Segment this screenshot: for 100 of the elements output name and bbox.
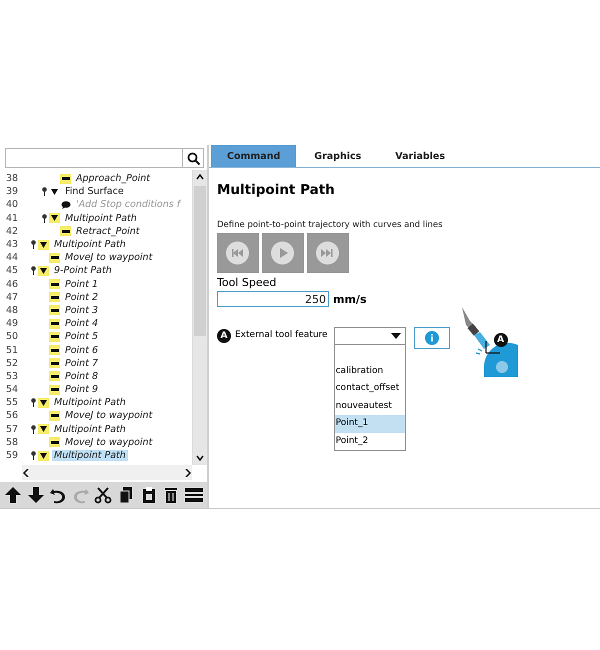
line-number: 44 (5, 252, 20, 264)
waypoint-icon (60, 174, 71, 184)
waypoint-icon (49, 437, 60, 448)
line-number: 46 (5, 278, 20, 290)
tree-item[interactable]: Point 4 (63, 318, 100, 330)
pin-icon (42, 187, 46, 196)
tree-item[interactable]: 9-Point Path (52, 265, 114, 276)
line-number: 45 (5, 265, 20, 276)
field-label: External tool feature (235, 330, 328, 340)
line-number: 43 (5, 239, 20, 250)
waypoint-icon (49, 345, 60, 356)
tree-item[interactable]: Multipoint Path (52, 239, 128, 250)
tree-item[interactable]: MoveJ to waypoint (63, 410, 154, 422)
collapse-triangle-icon[interactable] (38, 450, 49, 461)
tree-item[interactable]: MoveJ to waypoint (63, 252, 154, 264)
collapse-triangle-icon[interactable] (38, 424, 49, 434)
dropdown-option[interactable]: calibration (334, 362, 405, 380)
search-icon (186, 152, 200, 164)
tree-item[interactable]: Multipoint Path (52, 424, 128, 435)
tree-item[interactable]: Point 5 (63, 331, 100, 342)
horizontal-scrollbar[interactable] (22, 465, 192, 480)
letter-badge: A (217, 329, 231, 343)
waypoint-icon (49, 358, 60, 368)
line-number: 42 (5, 226, 20, 237)
pin-icon (30, 266, 36, 276)
up-icon[interactable] (4, 486, 22, 504)
waypoint-icon (49, 384, 60, 395)
line-number: 53 (5, 370, 20, 382)
line-number: 58 (5, 436, 20, 448)
line-number: 40 (5, 199, 20, 210)
description: Define point-to-point trajectory with curves and lines (217, 220, 444, 230)
vertical-scrollbar[interactable] (192, 170, 207, 465)
feature-dropdown[interactable] (334, 327, 406, 345)
down-icon[interactable] (26, 486, 45, 504)
waypoint-icon (49, 292, 60, 302)
line-number: 55 (5, 397, 20, 408)
search-field[interactable] (5, 148, 182, 168)
pin-icon (30, 398, 36, 408)
dropdown-option[interactable]: nouveautest (334, 398, 405, 415)
pin-icon (30, 424, 36, 434)
waypoint-icon (49, 410, 60, 421)
tree-item[interactable]: Point 1 (63, 278, 100, 290)
tree-item[interactable]: MoveJ to waypoint (63, 436, 154, 448)
waypoint-icon (49, 305, 60, 316)
waypoint-icon (49, 332, 60, 342)
speed-field[interactable]: 250 (217, 291, 329, 307)
cut-icon[interactable] (94, 486, 112, 504)
collapse-triangle-icon[interactable] (38, 240, 49, 250)
tree-item[interactable]: Point 6 (63, 344, 100, 356)
line-number: 48 (5, 304, 20, 316)
tree-item[interactable]: Point 9 (63, 384, 100, 396)
tree-item[interactable]: Retract_Point (74, 226, 142, 237)
unit-label: mm/s (333, 292, 366, 306)
line-number: 57 (5, 424, 20, 435)
waypoint-icon (49, 371, 60, 382)
caret-icon (390, 333, 401, 339)
line-number: 52 (5, 358, 20, 369)
tree-item[interactable]: Find Surface (63, 186, 126, 198)
collapse-triangle-icon[interactable] (38, 398, 49, 408)
line-number: 59 (5, 450, 20, 462)
search-button[interactable] (182, 148, 204, 168)
tree-item[interactable]: Point 2 (63, 292, 100, 303)
line-number: 51 (5, 344, 20, 356)
tab[interactable]: Command (211, 145, 296, 167)
skip-forward-icon (315, 241, 341, 265)
waypoint-icon (49, 252, 60, 263)
letter-badge: A (494, 333, 508, 347)
line-number: 41 (5, 212, 20, 224)
line-number: 50 (5, 331, 20, 342)
pin-icon (30, 240, 36, 250)
dropdown-option[interactable]: contact_offset (334, 380, 405, 398)
tree-item[interactable]: Point 3 (63, 304, 100, 316)
field-label: Tool Speed (217, 276, 278, 289)
line-number: 56 (5, 410, 20, 422)
pin-icon (30, 451, 36, 460)
tree-item[interactable]: Multipoint Path (52, 397, 128, 408)
collapse-triangle-icon[interactable] (49, 213, 60, 224)
tree-item[interactable]: Multipoint Path (63, 212, 139, 224)
line-number: 49 (5, 318, 20, 330)
tree-item[interactable]: Point 7 (63, 358, 100, 369)
panel-title: Multipoint Path (217, 182, 336, 198)
scroll-left-icon[interactable] (22, 468, 30, 476)
scroll-right-icon[interactable] (184, 468, 192, 476)
info-button[interactable] (414, 327, 450, 349)
tree-item[interactable]: Multipoint Path (52, 450, 128, 462)
line-number: 47 (5, 292, 20, 303)
play-icon (270, 241, 296, 265)
line-number: 38 (5, 173, 20, 184)
pin-icon (42, 214, 46, 223)
waypoint-icon (49, 279, 60, 290)
skip-back-icon (225, 241, 251, 265)
speech-bubble-icon (60, 200, 71, 210)
dropdown-option[interactable]: Point_2 (334, 432, 405, 450)
dropdown-option[interactable]: Point_1 (334, 415, 405, 432)
tree-item[interactable]: Approach_Point (74, 173, 152, 184)
waypoint-icon (49, 318, 60, 329)
collapse-triangle-icon[interactable] (38, 266, 49, 276)
tree-item[interactable]: Point 8 (63, 370, 100, 382)
line-number: 39 (5, 186, 20, 198)
waypoint-icon (60, 226, 71, 236)
